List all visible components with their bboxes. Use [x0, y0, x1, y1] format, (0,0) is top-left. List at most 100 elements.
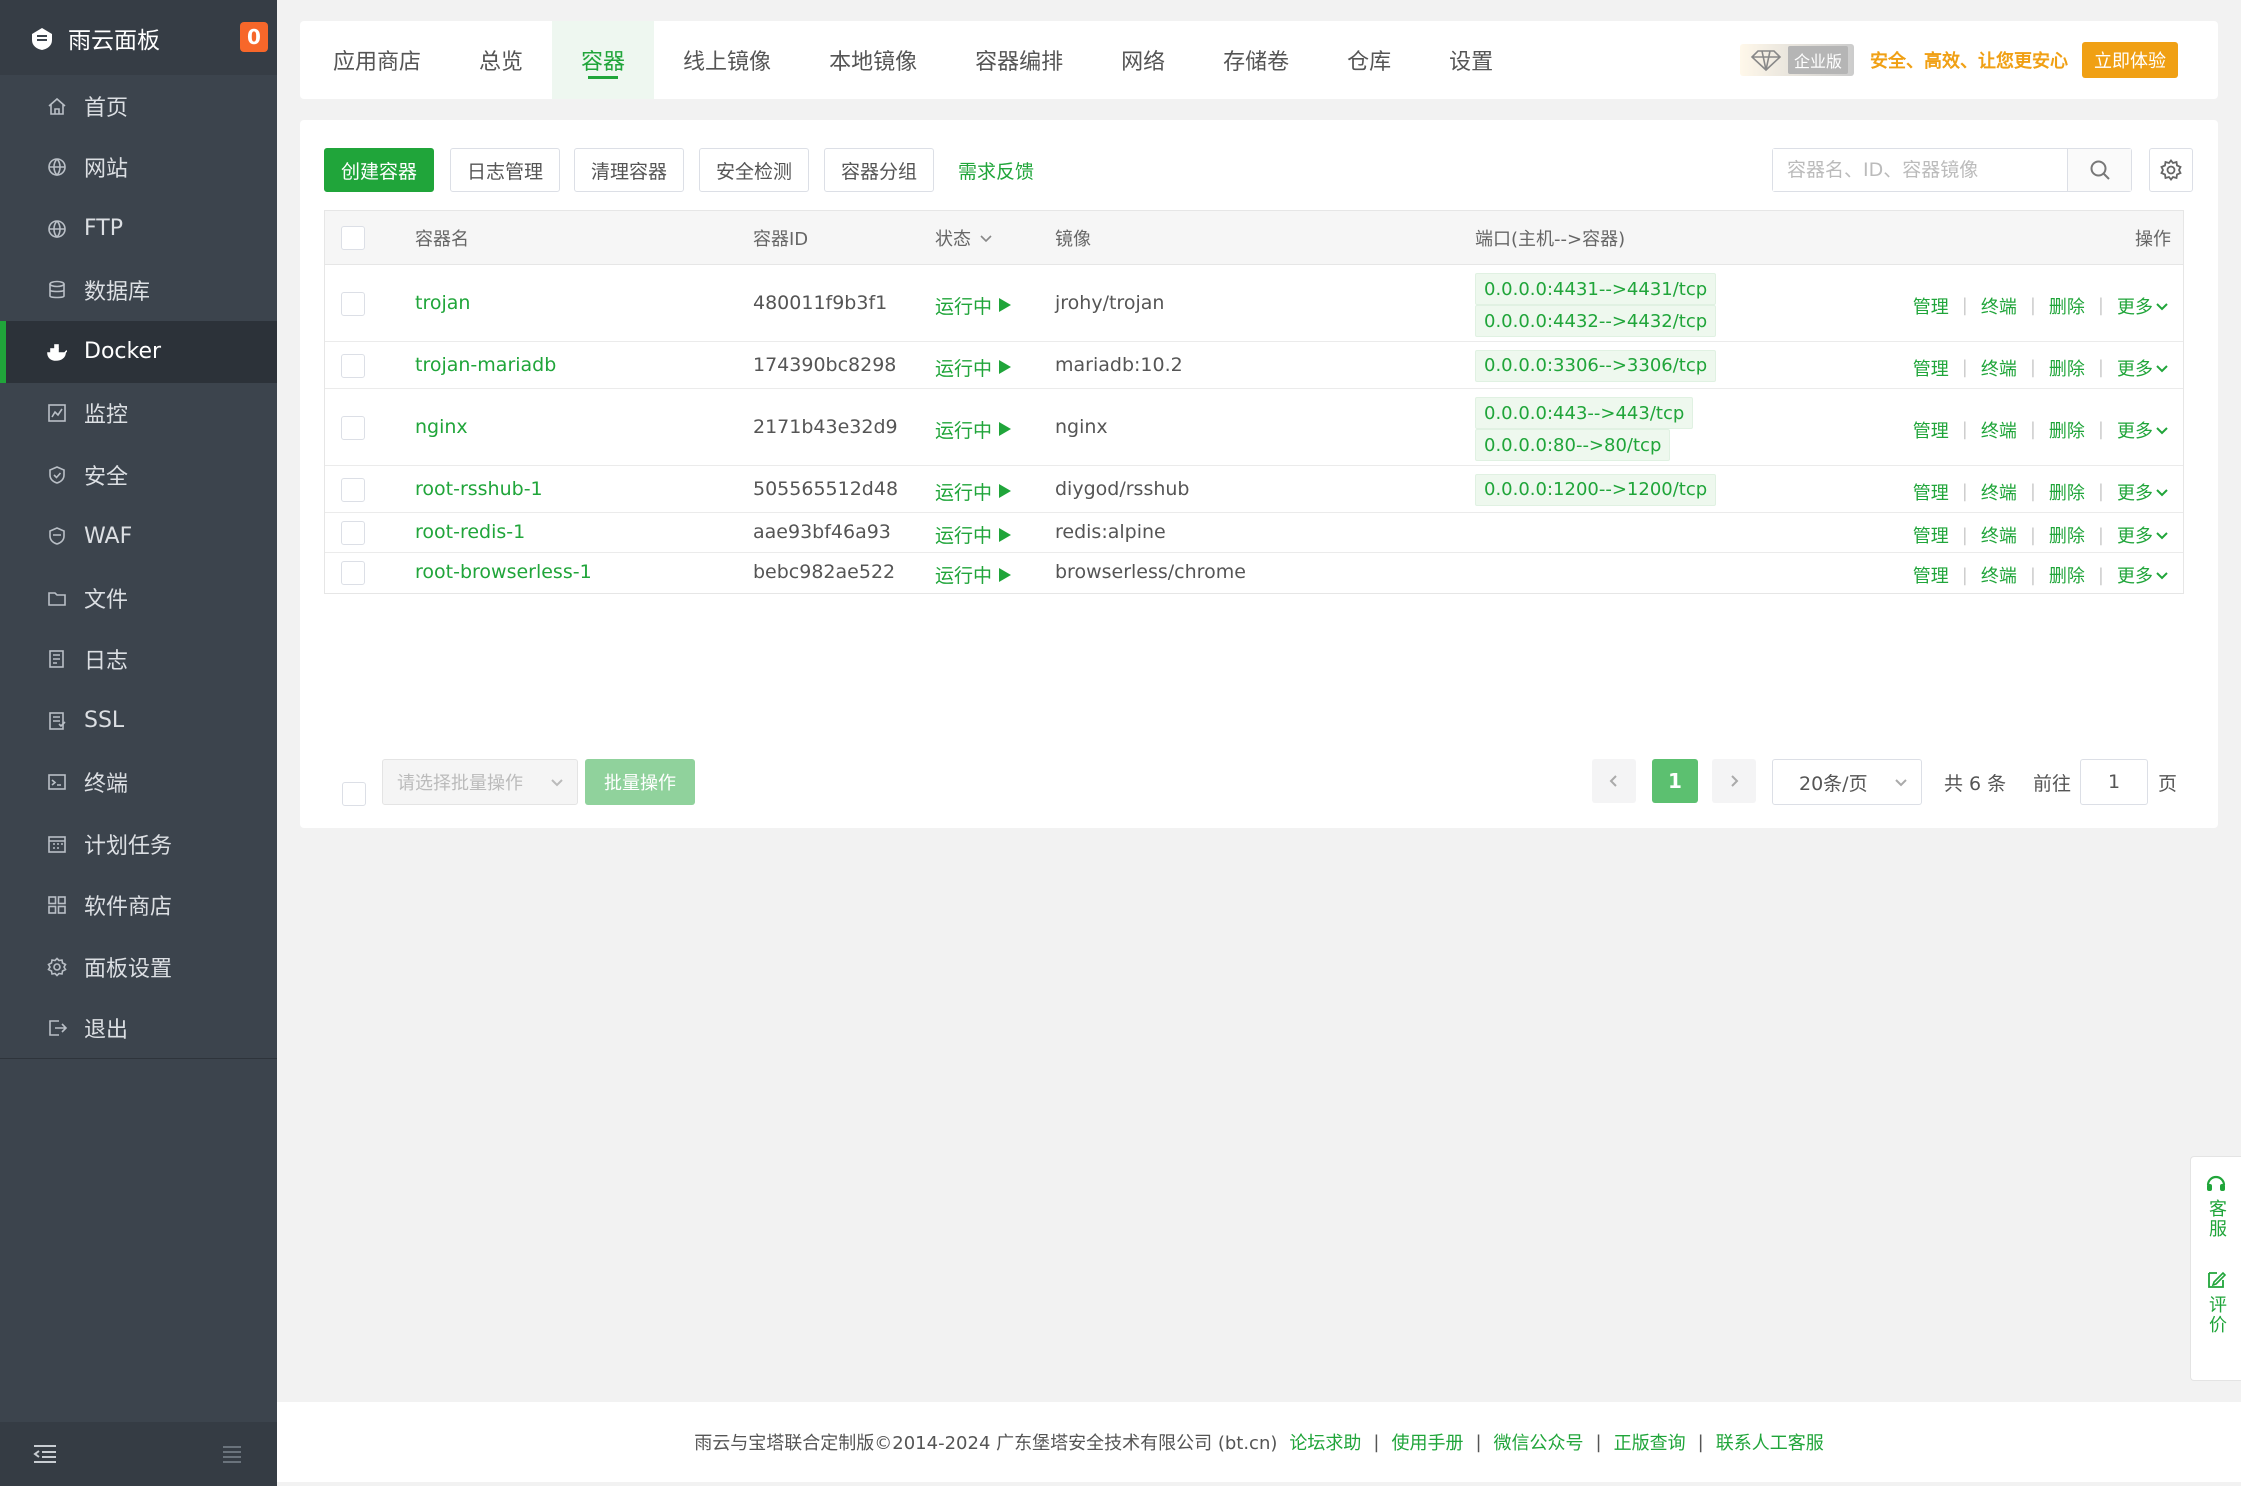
- page-size-select[interactable]: 20条/页: [1772, 759, 1922, 805]
- batch-select-checkbox[interactable]: [342, 782, 366, 806]
- create-container-button[interactable]: 创建容器: [324, 148, 434, 192]
- delete-link[interactable]: 删除: [2049, 355, 2085, 381]
- sidebar-item-4[interactable]: Docker: [0, 321, 277, 383]
- goto-page-input[interactable]: [2080, 759, 2148, 805]
- select-all-checkbox[interactable]: [341, 226, 365, 250]
- tab-3[interactable]: 线上镜像: [654, 21, 800, 99]
- action-separator: |: [2029, 295, 2036, 316]
- row-checkbox[interactable]: [341, 353, 365, 378]
- batch-operation-select[interactable]: 请选择批量操作: [382, 759, 578, 805]
- footer-link-0[interactable]: 论坛求助: [1289, 1429, 1361, 1455]
- tab-7[interactable]: 存储卷: [1194, 21, 1318, 99]
- sidebar-item-15[interactable]: 退出: [0, 998, 277, 1060]
- sidebar-item-3[interactable]: 数据库: [0, 260, 277, 322]
- sidebar-item-7[interactable]: WAF: [0, 506, 277, 568]
- sidebar-item-11[interactable]: 终端: [0, 752, 277, 814]
- container-status-toggle[interactable]: 运行中: [935, 292, 1012, 319]
- container-name-link[interactable]: root-browserless-1: [415, 561, 592, 583]
- footer-link-2[interactable]: 微信公众号: [1494, 1429, 1584, 1455]
- more-dropdown[interactable]: 更多: [2117, 355, 2169, 381]
- delete-link[interactable]: 删除: [2049, 293, 2085, 319]
- terminal-link[interactable]: 终端: [1981, 293, 2017, 319]
- container-status-toggle[interactable]: 运行中: [935, 561, 1012, 588]
- manage-link[interactable]: 管理: [1913, 355, 1949, 381]
- tab-6[interactable]: 网络: [1092, 21, 1194, 99]
- terminal-link[interactable]: 终端: [1981, 355, 2017, 381]
- terminal-link[interactable]: 终端: [1981, 522, 2017, 548]
- review-button[interactable]: 评价: [2205, 1269, 2227, 1335]
- container-image: diygod/rsshub: [1055, 477, 1190, 500]
- sidebar-item-5[interactable]: 监控: [0, 383, 277, 445]
- customer-service-button[interactable]: 客服: [2205, 1173, 2227, 1239]
- row-checkbox[interactable]: [341, 561, 365, 585]
- manage-link[interactable]: 管理: [1913, 417, 1949, 443]
- tab-8[interactable]: 仓库: [1318, 21, 1420, 99]
- container-status-toggle[interactable]: 运行中: [935, 521, 1012, 548]
- page-number-current[interactable]: 1: [1652, 759, 1698, 803]
- sidebar-item-9[interactable]: 日志: [0, 629, 277, 691]
- terminal-link[interactable]: 终端: [1981, 417, 2017, 443]
- header-status[interactable]: 状态: [935, 225, 993, 251]
- manage-link[interactable]: 管理: [1913, 479, 1949, 505]
- notification-badge[interactable]: 0: [240, 22, 268, 52]
- delete-link[interactable]: 删除: [2049, 562, 2085, 588]
- container-name-link[interactable]: trojan: [415, 292, 470, 314]
- more-dropdown[interactable]: 更多: [2117, 522, 2169, 548]
- manage-link[interactable]: 管理: [1913, 293, 1949, 319]
- next-page-button[interactable]: [1712, 759, 1756, 803]
- sidebar-item-6[interactable]: 安全: [0, 444, 277, 506]
- batch-operation-button[interactable]: 批量操作: [585, 759, 695, 805]
- tab-0[interactable]: 应用商店: [304, 21, 450, 99]
- search-button[interactable]: [2067, 149, 2131, 191]
- sidebar-item-12[interactable]: 计划任务: [0, 813, 277, 875]
- container-group-button[interactable]: 容器分组: [824, 148, 934, 192]
- delete-link[interactable]: 删除: [2049, 417, 2085, 443]
- security-check-button[interactable]: 安全检测: [699, 148, 809, 192]
- row-checkbox[interactable]: [341, 521, 365, 545]
- manage-link[interactable]: 管理: [1913, 522, 1949, 548]
- delete-link[interactable]: 删除: [2049, 522, 2085, 548]
- container-status-toggle[interactable]: 运行中: [935, 416, 1012, 443]
- sidebar-item-0[interactable]: 首页: [0, 75, 277, 137]
- more-dropdown[interactable]: 更多: [2117, 293, 2169, 319]
- feedback-link[interactable]: 需求反馈: [958, 148, 1034, 192]
- tab-9[interactable]: 设置: [1420, 21, 1522, 99]
- sidebar-item-10[interactable]: SSL: [0, 690, 277, 752]
- more-dropdown[interactable]: 更多: [2117, 479, 2169, 505]
- tab-1[interactable]: 总览: [450, 21, 552, 99]
- more-dropdown[interactable]: 更多: [2117, 562, 2169, 588]
- row-checkbox[interactable]: [341, 291, 365, 316]
- tab-5[interactable]: 容器编排: [946, 21, 1092, 99]
- try-now-button[interactable]: 立即体验: [2082, 42, 2178, 78]
- sidebar-item-8[interactable]: 文件: [0, 567, 277, 629]
- search-input[interactable]: [1773, 149, 2067, 191]
- tab-4[interactable]: 本地镜像: [800, 21, 946, 99]
- table-settings-button[interactable]: [2149, 148, 2193, 192]
- manage-link[interactable]: 管理: [1913, 562, 1949, 588]
- sidebar-item-1[interactable]: 网站: [0, 137, 277, 199]
- footer-link-1[interactable]: 使用手册: [1391, 1429, 1463, 1455]
- terminal-link[interactable]: 终端: [1981, 479, 2017, 505]
- container-name-link[interactable]: nginx: [415, 416, 468, 438]
- row-checkbox[interactable]: [341, 477, 365, 502]
- log-manage-button[interactable]: 日志管理: [450, 148, 560, 192]
- more-dropdown[interactable]: 更多: [2117, 417, 2169, 443]
- footer-link-3[interactable]: 正版查询: [1614, 1429, 1686, 1455]
- prev-page-button[interactable]: [1592, 759, 1636, 803]
- sidebar-item-2[interactable]: FTP: [0, 198, 277, 260]
- footer-link-4[interactable]: 联系人工客服: [1716, 1429, 1824, 1455]
- container-status-toggle[interactable]: 运行中: [935, 354, 1012, 381]
- clean-container-button[interactable]: 清理容器: [574, 148, 684, 192]
- tab-2[interactable]: 容器: [552, 21, 655, 99]
- container-name-link[interactable]: root-rsshub-1: [415, 478, 543, 500]
- sidebar-item-13[interactable]: 软件商店: [0, 875, 277, 937]
- delete-link[interactable]: 删除: [2049, 479, 2085, 505]
- menu-icon[interactable]: [219, 1442, 245, 1466]
- sidebar-item-14[interactable]: 面板设置: [0, 936, 277, 998]
- row-checkbox[interactable]: [341, 415, 365, 440]
- collapse-sidebar-icon[interactable]: [32, 1442, 58, 1466]
- container-name-link[interactable]: trojan-mariadb: [415, 354, 556, 376]
- terminal-link[interactable]: 终端: [1981, 562, 2017, 588]
- container-name-link[interactable]: root-redis-1: [415, 521, 525, 543]
- container-status-toggle[interactable]: 运行中: [935, 478, 1012, 505]
